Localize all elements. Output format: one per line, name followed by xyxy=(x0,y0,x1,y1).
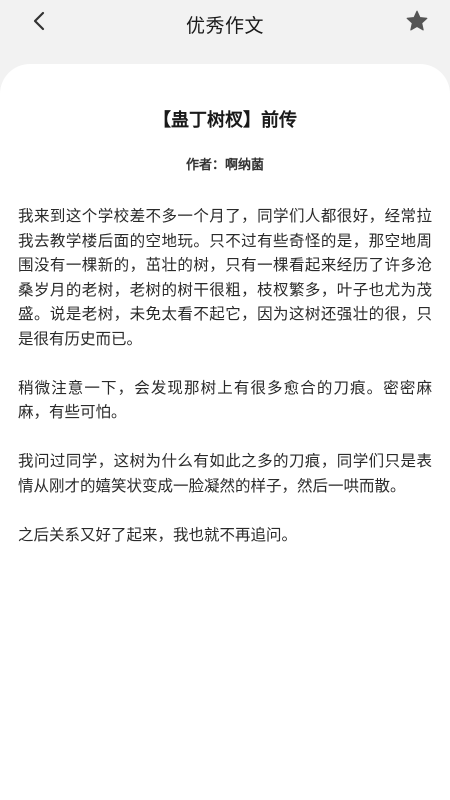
paragraph: 我问过同学，这树为什么有如此之多的刀痕，同学们只是表情从刚才的嬉笑状变成一脸凝然… xyxy=(18,452,432,495)
paragraph: 我来到这个学校差不多一个月了，同学们人都很好，经常拉我去教学楼后面的空地玩。只不… xyxy=(18,207,432,348)
paragraph: 之后关系又好了起来，我也就不再追问。 xyxy=(18,525,298,544)
page-title: 优秀作文 xyxy=(185,15,264,37)
star-icon xyxy=(405,9,429,37)
favorite-button[interactable] xyxy=(404,10,430,36)
article-card: 【蛊丁树杈】前传 作者：啊纳菌 我来到这个学校差不多一个月了，同学们人都很好，经… xyxy=(0,64,450,800)
author-line: 作者：啊纳菌 xyxy=(0,154,450,173)
top-bar: 优秀作文 xyxy=(0,0,450,48)
author-name: 啊纳菌 xyxy=(225,158,265,173)
paragraph: 稍微注意一下，会发现那树上有很多愈合的刀痕。密密麻麻，有些可怕。 xyxy=(18,378,432,422)
author-label: 作者： xyxy=(185,158,225,173)
article-body: 我来到这个学校差不多一个月了，同学们人都很好，经常拉我去教学楼后面的空地玩。只不… xyxy=(18,204,432,572)
article-title: 【蛊丁树杈】前传 xyxy=(153,110,297,131)
